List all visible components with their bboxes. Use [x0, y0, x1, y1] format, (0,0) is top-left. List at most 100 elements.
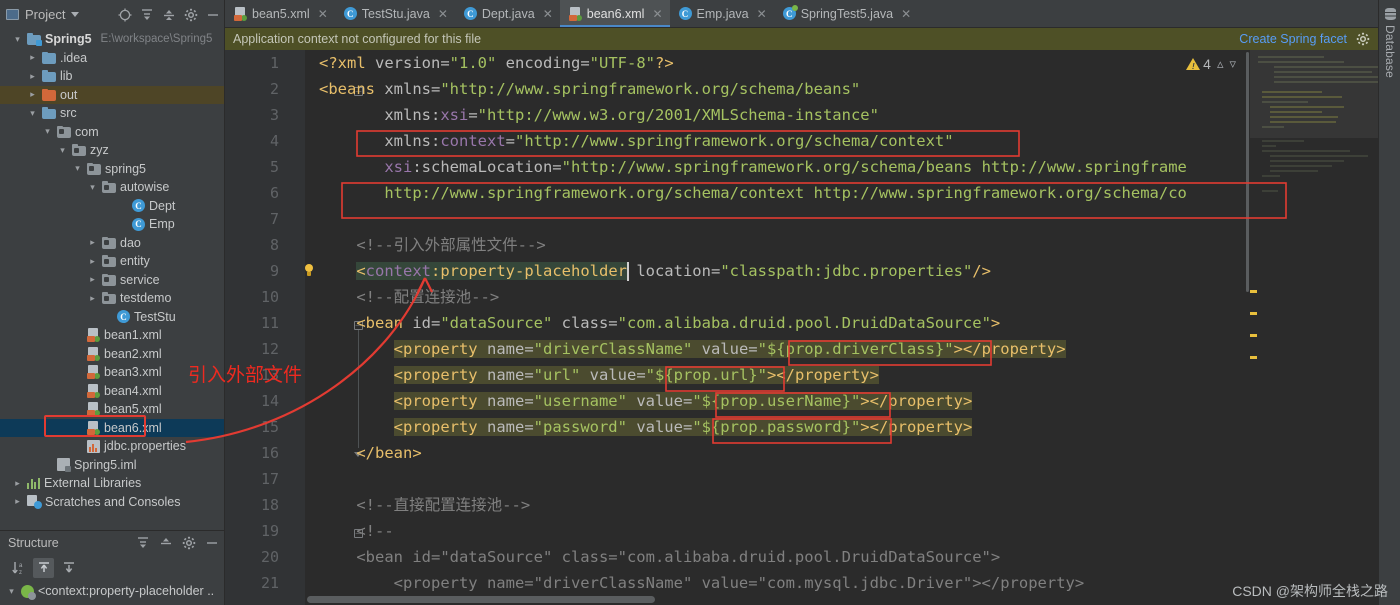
minimize-panel-icon[interactable] — [204, 536, 219, 551]
code-line: <!--配置连接池--> — [319, 288, 500, 306]
editor-tab-bean6-xml[interactable]: bean6.xml ✕ — [559, 0, 670, 27]
chevron-down-icon[interactable] — [71, 12, 80, 17]
locate-target-icon[interactable] — [117, 7, 132, 22]
tree-item-lib[interactable]: ▸ lib — [0, 67, 224, 86]
tree-item-entity[interactable]: ▸ entity — [0, 252, 224, 271]
tree-item-spring5-iml[interactable]: ▸Spring5.iml — [0, 456, 224, 475]
tree-item-bean5-xml[interactable]: ▸bean5.xml — [0, 400, 224, 419]
editor-minimap[interactable] — [1250, 50, 1378, 605]
close-icon[interactable]: ✕ — [901, 7, 911, 21]
chevron-right-icon[interactable]: ▸ — [87, 256, 98, 267]
sort-alphabetically-icon[interactable]: az — [8, 558, 29, 578]
tree-item-testdemo[interactable]: ▸ testdemo — [0, 289, 224, 308]
tree-item-external-libraries[interactable]: ▸ External Libraries — [0, 474, 224, 493]
editor-tab-bean5-xml[interactable]: bean5.xml ✕ — [225, 0, 335, 27]
editor-tab-dept-java[interactable]: C Dept.java ✕ — [455, 0, 560, 27]
gear-icon[interactable] — [181, 536, 196, 551]
chevron-expanded-icon[interactable]: ▾ — [12, 34, 23, 45]
tree-item-label: bean2.xml — [104, 346, 162, 361]
collapse-all-icon[interactable] — [161, 7, 176, 22]
editor-fold-column[interactable]: ─ ─ ─ — [287, 50, 363, 605]
chevron-expanded-icon[interactable]: ▾ — [6, 586, 17, 597]
tree-item-bean1-xml[interactable]: ▸bean1.xml — [0, 326, 224, 345]
warning-count-badge[interactable]: ! 4 — [1186, 56, 1211, 72]
chevron-right-icon[interactable]: ▸ — [27, 89, 38, 100]
vertical-scrollbar[interactable] — [1246, 52, 1249, 292]
tree-item-emp[interactable]: ▸CEmp — [0, 215, 224, 234]
code-editor[interactable]: 1 2 3 4 5 6 7 8 9 10 11 12 13 14 15 16 17 18 19 20 21 ─ ─ ─ … — [225, 50, 1378, 605]
structure-row-label: <context:property-placeholder .. — [38, 584, 215, 598]
chevron-right-icon[interactable]: ▸ — [27, 71, 38, 82]
line-number: 7 — [269, 210, 279, 228]
project-window-icon — [6, 9, 19, 20]
warning-stripe[interactable] — [1250, 356, 1257, 359]
expand-all-icon[interactable] — [139, 7, 154, 22]
tree-item-autowise[interactable]: ▾ autowise — [0, 178, 224, 197]
tree-item-bean6-xml[interactable]: ▸bean6.xml — [0, 418, 224, 437]
previous-problem-icon[interactable]: ▵ — [1217, 56, 1224, 72]
chevron-down-icon[interactable]: ▾ — [87, 182, 98, 193]
code-text-area[interactable]: <?xml version="1.0" encoding="UTF-8"?> <… — [305, 50, 1378, 605]
expand-all-icon[interactable] — [135, 536, 150, 551]
tree-item-teststu[interactable]: ▸CTestStu — [0, 308, 224, 327]
tree-item-label: lib — [60, 69, 73, 84]
chevron-right-icon[interactable]: ▸ — [27, 52, 38, 63]
tree-item-out[interactable]: ▸ out — [0, 85, 224, 104]
module-folder-icon — [27, 33, 42, 47]
collapse-all-icon[interactable] — [158, 536, 173, 551]
tree-item-dao[interactable]: ▸ dao — [0, 234, 224, 253]
tree-item-src[interactable]: ▾ src — [0, 104, 224, 123]
minimap-viewport[interactable] — [1250, 50, 1378, 138]
close-icon[interactable]: ✕ — [543, 7, 553, 21]
xml-file-icon — [234, 6, 247, 21]
horizontal-scrollbar[interactable] — [307, 596, 655, 603]
tree-item-spring5[interactable]: ▾ spring5 — [0, 160, 224, 179]
expand-all-structure-icon[interactable] — [33, 558, 54, 578]
close-icon[interactable]: ✕ — [652, 7, 662, 21]
chevron-down-icon[interactable]: ▾ — [42, 126, 53, 137]
collapse-all-structure-icon[interactable] — [58, 558, 79, 578]
project-file-tree[interactable]: ▾ Spring5 E:\workspace\Spring5 ▸ .idea ▸ li… — [0, 29, 224, 530]
close-icon[interactable]: ✕ — [757, 7, 767, 21]
editor-gutter: 1 2 3 4 5 6 7 8 9 10 11 12 13 14 15 16 17 18 19 20 21 — [225, 50, 287, 605]
editor-tab-teststu-java[interactable]: C TestStu.java ✕ — [335, 0, 455, 27]
minimize-panel-icon[interactable] — [205, 7, 220, 22]
tree-item--idea[interactable]: ▸ .idea — [0, 49, 224, 68]
create-spring-facet-link[interactable]: Create Spring facet — [1239, 32, 1347, 46]
chevron-down-icon[interactable]: ▾ — [57, 145, 68, 156]
line-number: 15 — [260, 418, 279, 436]
close-icon[interactable]: ✕ — [318, 7, 328, 21]
chevron-down-icon[interactable]: ▾ — [72, 163, 83, 174]
intention-bulb-icon[interactable] — [303, 264, 315, 277]
close-icon[interactable]: ✕ — [438, 7, 448, 21]
tree-item-scratches-and-consoles[interactable]: ▸ Scratches and Consoles — [0, 493, 224, 512]
warning-stripe[interactable] — [1250, 334, 1257, 337]
gear-icon[interactable] — [183, 7, 198, 22]
code-line: <property name="driverClassName" value="… — [393, 340, 1066, 358]
gear-icon[interactable] — [1355, 32, 1370, 47]
tree-row-root[interactable]: ▾ Spring5 E:\workspace\Spring5 — [0, 30, 224, 49]
chevron-right-icon[interactable]: ▸ — [87, 237, 98, 248]
structure-row[interactable]: ▾ <context:property-placeholder .. — [0, 581, 224, 601]
inspection-widget[interactable]: ! 4 ▵ ▿ — [1186, 56, 1236, 72]
tree-item-jdbc-properties[interactable]: ▸jdbc.properties — [0, 437, 224, 456]
next-problem-icon[interactable]: ▿ — [1229, 56, 1236, 72]
tree-item-dept[interactable]: ▸CDept — [0, 197, 224, 216]
tree-item-service[interactable]: ▸ service — [0, 271, 224, 290]
editor-tab-emp-java[interactable]: C Emp.java ✕ — [670, 0, 774, 27]
tree-item-zyz[interactable]: ▾ zyz — [0, 141, 224, 160]
chevron-down-icon[interactable]: ▾ — [27, 108, 38, 119]
tree-item-com[interactable]: ▾ com — [0, 123, 224, 142]
chevron-right-icon[interactable]: ▸ — [87, 293, 98, 304]
tree-item-label: bean4.xml — [104, 383, 162, 398]
warning-stripe[interactable] — [1250, 312, 1257, 315]
structure-panel-header: Structure — [0, 531, 224, 555]
database-tool-tab[interactable]: Database — [1379, 8, 1400, 78]
structure-tool-window: Structure az ▾ <context:property-placeho… — [0, 530, 224, 605]
editor-tab-springtest5-java[interactable]: C SpringTest5.java ✕ — [774, 0, 918, 27]
chevron-right-icon[interactable]: ▸ — [12, 478, 23, 489]
package-icon — [102, 236, 116, 249]
chevron-right-icon[interactable]: ▸ — [87, 274, 98, 285]
chevron-right-icon[interactable]: ▸ — [12, 496, 23, 507]
warning-stripe[interactable] — [1250, 290, 1257, 293]
